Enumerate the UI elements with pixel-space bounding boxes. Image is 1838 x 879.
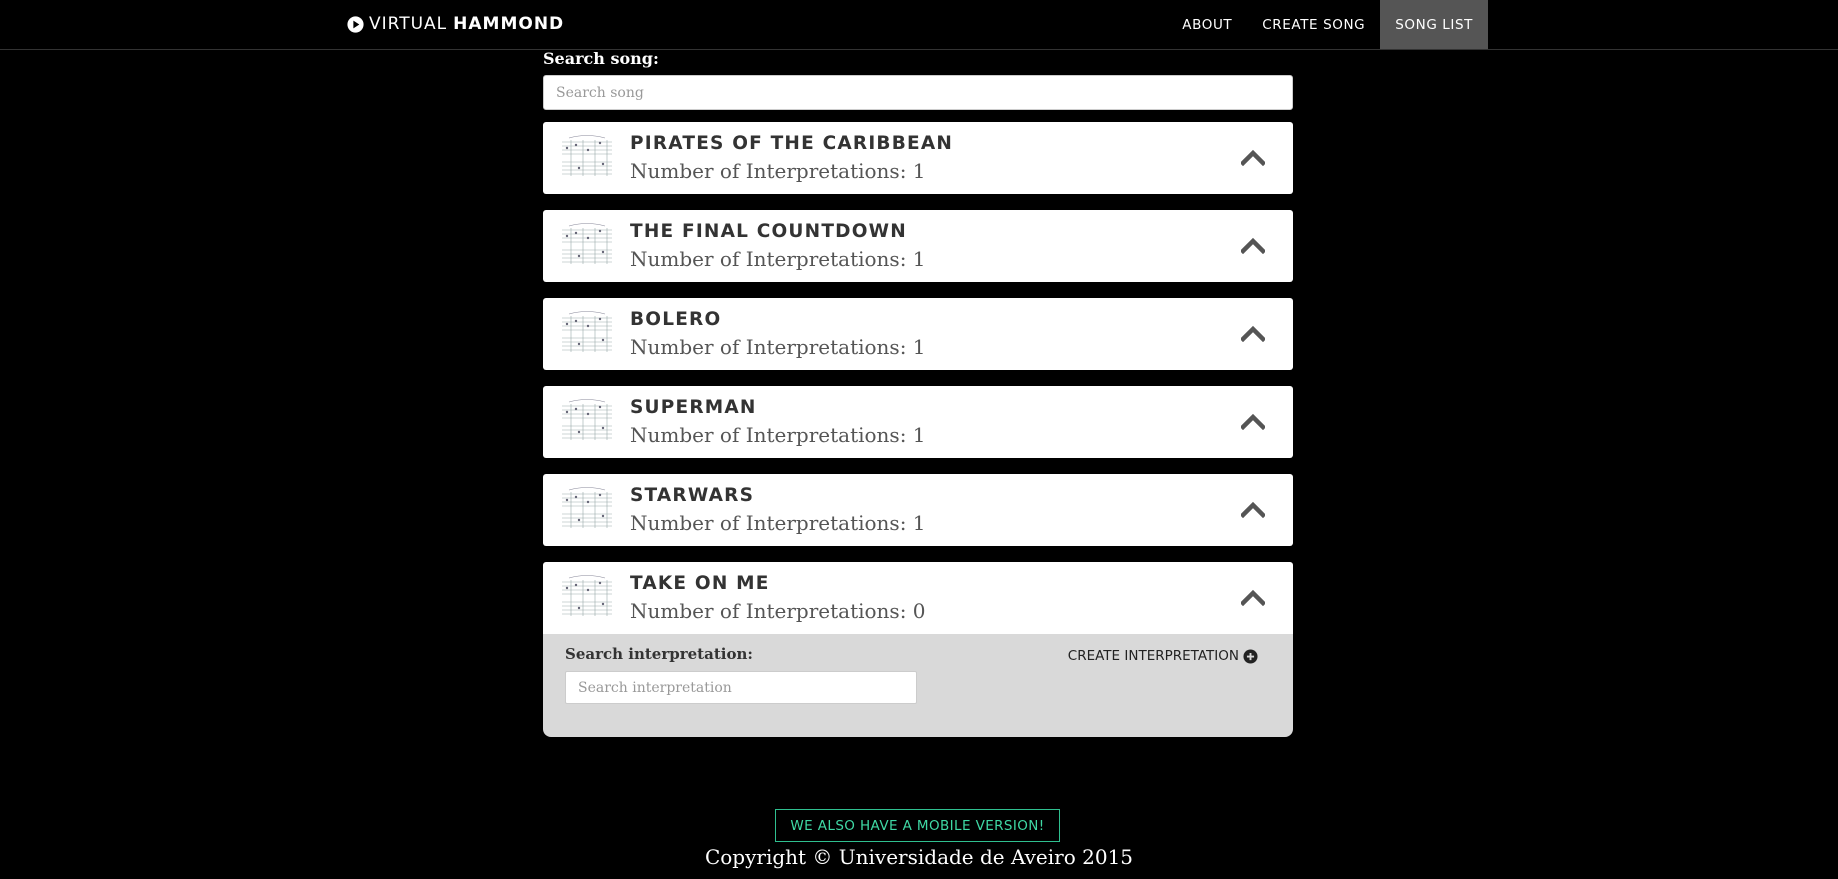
song-title: PIRATES OF THE CARIBBEAN bbox=[630, 133, 954, 154]
song-title: TAKE ON ME bbox=[630, 573, 770, 594]
chevron-up-icon[interactable] bbox=[1241, 148, 1265, 166]
search-song-input[interactable] bbox=[543, 75, 1293, 110]
song-card[interactable]: BOLERO Number of Interpretations: 1 bbox=[543, 298, 1293, 370]
sheet-music-thumbnail bbox=[559, 486, 615, 532]
song-interpretations-count: Number of Interpretations: 1 bbox=[630, 335, 926, 359]
nav-menu: ABOUT CREATE SONG SONG LIST bbox=[1167, 0, 1488, 49]
brand-logo[interactable]: VIRTUAL HAMMOND bbox=[347, 14, 564, 34]
create-interpretation-label: CREATE INTERPRETATION bbox=[1067, 648, 1239, 664]
song-interpretations-count: Number of Interpretations: 0 bbox=[630, 599, 926, 623]
search-song-label: Search song: bbox=[543, 49, 659, 68]
chevron-up-icon[interactable] bbox=[1241, 324, 1265, 342]
song-interpretations-count: Number of Interpretations: 1 bbox=[630, 247, 926, 271]
main-content: Search song: PIRATES OF THE CARIBBEAN Nu… bbox=[543, 49, 1293, 737]
song-title: THE FINAL COUNTDOWN bbox=[630, 221, 907, 242]
mobile-version-button[interactable]: WE ALSO HAVE A MOBILE VERSION! bbox=[775, 809, 1060, 842]
song-title: STARWARS bbox=[630, 485, 755, 506]
song-card[interactable]: TAKE ON ME Number of Interpretations: 0 bbox=[543, 562, 1293, 634]
play-circle-icon bbox=[347, 15, 364, 33]
brand-name-light: VIRTUAL bbox=[369, 14, 448, 34]
brand-name-bold: HAMMOND bbox=[453, 14, 565, 34]
song-title: BOLERO bbox=[630, 309, 722, 330]
song-interpretations-count: Number of Interpretations: 1 bbox=[630, 511, 926, 535]
sheet-music-thumbnail bbox=[559, 574, 615, 620]
interpretation-panel: Search interpretation: CREATE INTERPRETA… bbox=[543, 634, 1293, 737]
nav-item-song-list[interactable]: SONG LIST bbox=[1380, 0, 1488, 49]
chevron-up-icon[interactable] bbox=[1241, 236, 1265, 254]
search-interpretation-input[interactable] bbox=[565, 671, 917, 704]
song-list: PIRATES OF THE CARIBBEAN Number of Inter… bbox=[543, 122, 1293, 737]
nav-item-create-song[interactable]: CREATE SONG bbox=[1247, 0, 1380, 49]
song-interpretations-count: Number of Interpretations: 1 bbox=[630, 423, 926, 447]
chevron-up-icon[interactable] bbox=[1241, 588, 1265, 606]
create-interpretation-button[interactable]: CREATE INTERPRETATION bbox=[1068, 648, 1258, 664]
song-interpretations-count: Number of Interpretations: 1 bbox=[630, 159, 926, 183]
sheet-music-thumbnail bbox=[559, 134, 615, 180]
chevron-up-icon[interactable] bbox=[1241, 500, 1265, 518]
search-interpretation-label: Search interpretation: bbox=[565, 645, 753, 663]
plus-circle-icon bbox=[1243, 648, 1258, 664]
sheet-music-thumbnail bbox=[559, 310, 615, 356]
song-card[interactable]: SUPERMAN Number of Interpretations: 1 bbox=[543, 386, 1293, 458]
song-card[interactable]: STARWARS Number of Interpretations: 1 bbox=[543, 474, 1293, 546]
copyright-text: Copyright © Universidade de Aveiro 2015 bbox=[704, 845, 1134, 869]
navbar: VIRTUAL HAMMOND ABOUT CREATE SONG SONG L… bbox=[0, 0, 1838, 50]
sheet-music-thumbnail bbox=[559, 222, 615, 268]
chevron-up-icon[interactable] bbox=[1241, 412, 1265, 430]
sheet-music-thumbnail bbox=[559, 398, 615, 444]
song-card[interactable]: PIRATES OF THE CARIBBEAN Number of Inter… bbox=[543, 122, 1293, 194]
song-title: SUPERMAN bbox=[630, 397, 757, 418]
song-card[interactable]: THE FINAL COUNTDOWN Number of Interpreta… bbox=[543, 210, 1293, 282]
nav-item-about[interactable]: ABOUT bbox=[1167, 0, 1247, 49]
